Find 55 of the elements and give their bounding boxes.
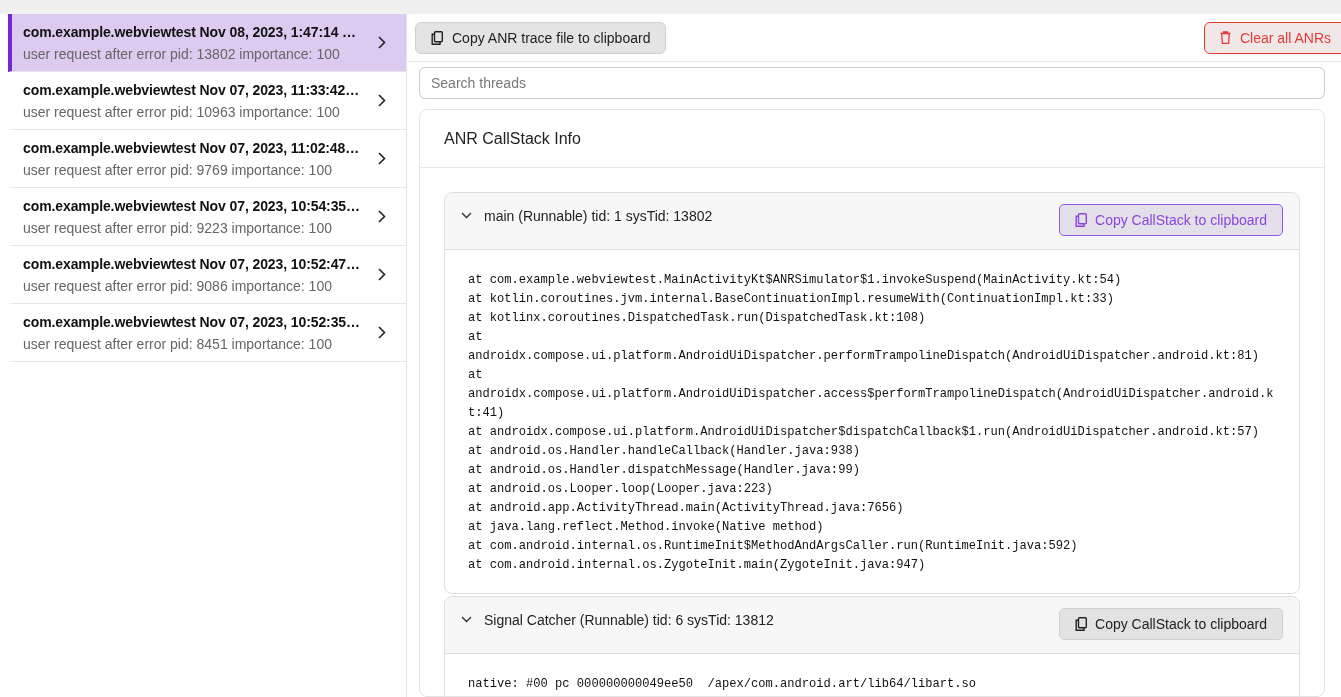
clear-all-button[interactable]: Clear all ANRs <box>1203 21 1341 54</box>
chevron-right-icon <box>378 326 386 339</box>
stack-line: androidx.compose.ui.platform.AndroidUiDispatcher.access$performTrampolineDispatch(AndroidUiDispatcher.android.k <box>468 386 1275 403</box>
anr-subtitle: user request after error pid: 9769 importance: 100 <box>23 161 333 178</box>
stack-line: at kotlinx.coroutines.DispatchedTask.run(DispatchedTask.kt:108) <box>468 310 927 327</box>
anr-title: com.example.webviewtest Nov 07, 2023, 10:54:35… <box>23 197 361 214</box>
chevron-right-icon <box>378 36 386 49</box>
anr-title: com.example.webviewtest Nov 07, 2023, 10:52:47… <box>23 255 361 272</box>
anr-list-item[interactable]: com.example.webviewtest Nov 07, 2023, 10:52:35… user request after error pid: 8451 importance: 100 <box>8 304 406 362</box>
chevron-right-icon <box>378 210 386 223</box>
copy-icon <box>1075 617 1087 631</box>
stack-line: at <box>468 329 484 346</box>
stack-line: at java.lang.reflect.Method.invoke(Native method) <box>468 519 825 536</box>
chevron-right-icon <box>378 268 386 281</box>
anr-subtitle: user request after error pid: 9223 importance: 100 <box>23 219 333 236</box>
stack-line: at com.example.webviewtest.MainActivityKt$ANRSimulator$1.invokeSuspend(MainActivity.kt:54) <box>468 272 1123 289</box>
trash-icon <box>1219 31 1231 44</box>
stack-line: at <box>468 367 484 384</box>
search-field[interactable]: Search threads <box>419 67 1325 99</box>
stack-line: at android.os.Handler.dispatchMessage(Handler.java:99) <box>468 462 861 479</box>
copy-trace-button[interactable]: Copy ANR trace file to clipboard <box>415 21 667 54</box>
stack-line: native: #00 pc 000000000049ee50 /apex/com.android.art/lib64/libart.so <box>468 676 978 693</box>
anr-subtitle: user request after error pid: 9086 importance: 100 <box>23 277 333 294</box>
stack-line: at com.android.internal.os.RuntimeInit$MethodAndArgsCaller.run(RuntimeInit.java:592) <box>468 538 1079 555</box>
stack-line: at androidx.compose.ui.platform.AndroidUiDispatcher$dispatchCallback$1.run(AndroidUiDispatcher.android.kt:57) <box>468 424 1261 441</box>
stack-line: at android.app.ActivityThread.main(ActivityThread.java:7656) <box>468 500 905 517</box>
anr-subtitle: user request after error pid: 13802 importance: 100 <box>23 45 341 62</box>
stack-line: at kotlin.coroutines.jvm.internal.BaseContinuationImpl.resumeWith(ContinuationImpl.kt:33) <box>468 291 1115 308</box>
anr-title: com.example.webviewtest Nov 08, 2023, 1:47:14 … <box>23 23 358 40</box>
copy-icon <box>1075 213 1087 227</box>
copy-icon <box>431 30 443 45</box>
stack-line: at com.android.internal.os.ZygoteInit.main(ZygoteInit.java:947) <box>468 557 927 574</box>
anr-list-item[interactable]: com.example.webviewtest Nov 08, 2023, 1:47:14 … user request after error pid: 13802 importance: 100 <box>8 14 406 72</box>
thread-title: Signal Catcher (Runnable) tid: 6 sysTid: 13812 <box>484 612 775 628</box>
copy-callstack-button[interactable]: Copy CallStack to clipboard <box>1059 608 1283 640</box>
chevron-right-icon <box>378 94 386 107</box>
anr-title: com.example.webviewtest Nov 07, 2023, 10:52:35… <box>23 313 361 330</box>
anr-subtitle: user request after error pid: 10963 importance: 100 <box>23 103 341 120</box>
stack-line: androidx.compose.ui.platform.AndroidUiDispatcher.performTrampolineDispatch(AndroidUiDispatcher.android.kt:81) <box>468 348 1261 365</box>
chevron-down-icon[interactable] <box>461 616 472 623</box>
thread-title: main (Runnable) tid: 1 sysTid: 13802 <box>484 208 714 224</box>
anr-list-item[interactable]: com.example.webviewtest Nov 07, 2023, 10:54:35… user request after error pid: 9223 importance: 100 <box>8 188 406 246</box>
stack-line: t:41) <box>468 405 506 422</box>
anr-list-item[interactable]: com.example.webviewtest Nov 07, 2023, 11:02:48… user request after error pid: 9769 importance: 100 <box>8 130 406 188</box>
copy-callstack-button[interactable]: Copy CallStack to clipboard <box>1059 204 1283 236</box>
anr-subtitle: user request after error pid: 8451 importance: 100 <box>23 335 333 352</box>
anr-title: com.example.webviewtest Nov 07, 2023, 11:33:42… <box>23 81 361 98</box>
anr-title: com.example.webviewtest Nov 07, 2023, 11:02:48… <box>23 139 361 156</box>
chevron-down-icon[interactable] <box>461 212 472 219</box>
stack-line: at android.os.Looper.loop(Looper.java:223) <box>468 481 774 498</box>
anr-list-item[interactable]: com.example.webviewtest Nov 07, 2023, 10:52:47… user request after error pid: 9086 importance: 100 <box>8 246 406 304</box>
stack-line: at android.os.Handler.handleCallback(Handler.java:938) <box>468 443 861 460</box>
anr-list-item[interactable]: com.example.webviewtest Nov 07, 2023, 11:33:42… user request after error pid: 10963 importance: 100 <box>8 72 406 130</box>
card-title: ANR CallStack Info <box>420 110 1324 168</box>
chevron-right-icon <box>378 152 386 165</box>
